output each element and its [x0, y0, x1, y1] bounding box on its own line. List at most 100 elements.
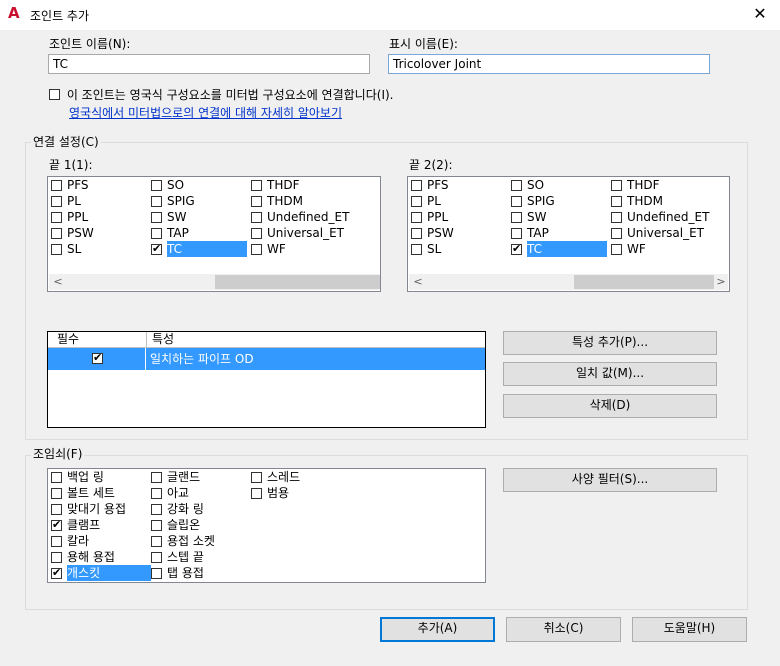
item-checkbox[interactable]: [411, 196, 422, 207]
item-label: 슬립온: [167, 518, 201, 532]
item-checkbox[interactable]: [51, 518, 62, 531]
item-checkbox[interactable]: [611, 228, 622, 239]
end1-horizontal-scrollbar[interactable]: <: [49, 274, 380, 290]
item-label: 용접 소켓: [167, 534, 215, 548]
item-label: SL: [67, 242, 82, 256]
item-checkbox[interactable]: [51, 180, 62, 191]
end2-horizontal-scrollbar[interactable]: < >: [409, 274, 728, 290]
item-checkbox[interactable]: [511, 212, 522, 223]
item-label: 탭 용접: [167, 566, 204, 580]
item-checkbox[interactable]: [251, 488, 262, 499]
item-checkbox[interactable]: [251, 472, 262, 483]
table-row[interactable]: 일치하는 파이프 OD: [48, 348, 485, 370]
item-label: PSW: [67, 226, 94, 240]
cancel-button[interactable]: 취소(C): [506, 617, 621, 642]
item-label: TC: [527, 241, 607, 257]
item-checkbox[interactable]: [611, 244, 622, 255]
item-checkbox[interactable]: [511, 228, 522, 239]
end2-listbox[interactable]: PFS PL PPL PSW SL SO SPIG SW TAPTC THDF THDM Undefi…: [407, 176, 730, 292]
item-label: 백업 링: [67, 470, 104, 484]
item-checkbox[interactable]: [251, 180, 262, 191]
item-checkbox[interactable]: [51, 472, 62, 483]
item-label: TAP: [167, 226, 189, 240]
item-checkbox[interactable]: [611, 196, 622, 207]
item-checkbox[interactable]: [151, 568, 162, 579]
joint-name-label: 조인트 이름(N):: [49, 37, 131, 51]
fasteners-listbox[interactable]: 백업 링볼트 세트맞대기 용접클램프칼라용해 용접개스킷 글랜드아교강화 링슬립온…: [47, 468, 486, 583]
end1-listbox[interactable]: PFS PL PPL PSW SL SO SPIG SW TAPTC THDF THDM Undefi…: [47, 176, 381, 292]
item-checkbox[interactable]: [411, 228, 422, 239]
imperial-to-metric-checkbox[interactable]: [49, 89, 60, 100]
item-checkbox[interactable]: [151, 180, 162, 191]
item-checkbox[interactable]: [51, 566, 62, 579]
help-link[interactable]: 영국식에서 미터법으로의 연결에 대해 자세히 알아보기: [69, 104, 342, 121]
item-label: SO: [167, 178, 185, 192]
item-label: PPL: [427, 210, 449, 224]
add-button[interactable]: 추가(A): [380, 617, 495, 642]
scroll-thumb[interactable]: [215, 275, 380, 289]
header-property: 특성: [152, 332, 175, 346]
properties-table[interactable]: 필수 특성 일치하는 파이프 OD: [47, 331, 486, 428]
item-checkbox[interactable]: [51, 212, 62, 223]
item-checkbox[interactable]: [51, 488, 62, 499]
imperial-to-metric-option[interactable]: 이 조인트는 영국식 구성요소를 미터법 구성요소에 연결합니다(I).: [49, 86, 393, 103]
item-label: SW: [167, 210, 187, 224]
item-checkbox[interactable]: [151, 488, 162, 499]
item-label: PFS: [427, 178, 449, 192]
display-name-input[interactable]: Tricolover Joint: [388, 54, 710, 74]
scroll-left-icon[interactable]: <: [51, 274, 65, 290]
item-checkbox[interactable]: [151, 242, 162, 255]
item-checkbox[interactable]: [151, 536, 162, 547]
scroll-right-icon[interactable]: >: [714, 274, 728, 290]
item-label: 범용: [267, 486, 290, 500]
add-property-button[interactable]: 특성 추가(P)...: [503, 331, 717, 355]
cell-divider: [145, 348, 146, 370]
item-checkbox[interactable]: [51, 244, 62, 255]
item-checkbox[interactable]: [411, 180, 422, 191]
item-checkbox[interactable]: [411, 244, 422, 255]
item-label: PPL: [67, 210, 89, 224]
item-checkbox[interactable]: [151, 552, 162, 563]
item-checkbox[interactable]: [511, 242, 522, 255]
item-checkbox[interactable]: [511, 180, 522, 191]
imperial-to-metric-label: 이 조인트는 영국식 구성요소를 미터법 구성요소에 연결합니다(I).: [66, 88, 394, 102]
scroll-thumb[interactable]: [574, 275, 714, 289]
item-checkbox[interactable]: [611, 180, 622, 191]
item-label: Undefined_ET: [267, 210, 350, 224]
joint-name-input[interactable]: TC: [48, 54, 370, 74]
connection-settings-label: 연결 설정(C): [31, 133, 101, 150]
item-checkbox[interactable]: [151, 212, 162, 223]
property-cell: 일치하는 파이프 OD: [150, 352, 254, 366]
spec-filter-button[interactable]: 사양 필터(S)...: [503, 468, 717, 492]
close-button[interactable]: ✕: [745, 2, 775, 26]
item-checkbox[interactable]: [611, 212, 622, 223]
item-checkbox[interactable]: [151, 504, 162, 515]
item-checkbox[interactable]: [151, 228, 162, 239]
delete-button[interactable]: 삭제(D): [503, 394, 717, 418]
item-checkbox[interactable]: [51, 552, 62, 563]
item-label: SPIG: [167, 194, 195, 208]
match-value-button[interactable]: 일치 값(M)...: [503, 362, 717, 386]
item-label: SL: [427, 242, 442, 256]
item-label: WF: [627, 242, 646, 256]
item-label: TAP: [527, 226, 549, 240]
item-label: Universal_ET: [627, 226, 704, 240]
item-checkbox[interactable]: [51, 536, 62, 547]
item-checkbox[interactable]: [51, 504, 62, 515]
item-checkbox[interactable]: [151, 520, 162, 531]
item-checkbox[interactable]: [251, 244, 262, 255]
item-checkbox[interactable]: [411, 212, 422, 223]
item-checkbox[interactable]: [151, 196, 162, 207]
item-checkbox[interactable]: [251, 196, 262, 207]
required-checkbox[interactable]: [92, 351, 103, 364]
item-checkbox[interactable]: [151, 472, 162, 483]
scroll-left-icon[interactable]: <: [411, 274, 425, 290]
item-label: PL: [427, 194, 441, 208]
item-checkbox[interactable]: [251, 228, 262, 239]
item-checkbox[interactable]: [511, 196, 522, 207]
item-checkbox[interactable]: [251, 212, 262, 223]
end1-label: 끝 1(1):: [49, 158, 93, 172]
help-button[interactable]: 도움말(H): [632, 617, 747, 642]
item-checkbox[interactable]: [51, 196, 62, 207]
item-checkbox[interactable]: [51, 228, 62, 239]
